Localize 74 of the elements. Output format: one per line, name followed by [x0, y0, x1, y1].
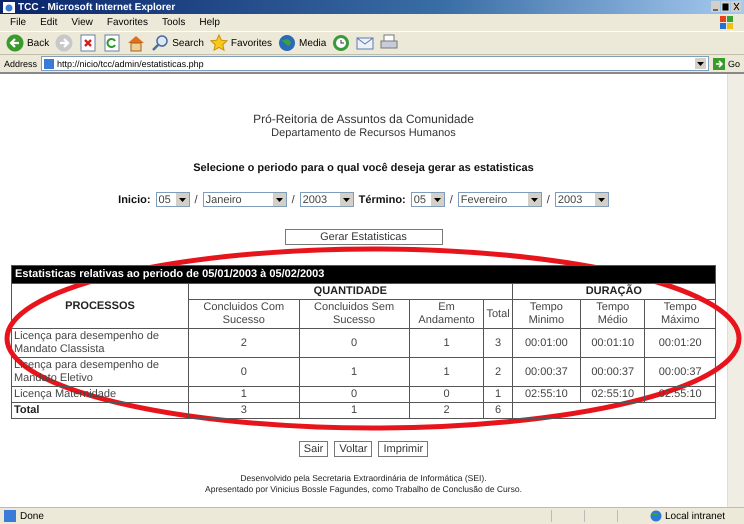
table-cell: 1 — [299, 358, 410, 386]
generate-button[interactable]: Gerar Estatisticas — [284, 229, 442, 245]
table-cell: 00:00:37 — [580, 358, 645, 386]
toolbar-button[interactable]: Media — [278, 34, 326, 52]
menu-item[interactable]: Help — [199, 17, 220, 28]
table-cell: 2 — [188, 328, 300, 358]
column-header: Em Andamento — [409, 300, 484, 328]
column-header: Total — [484, 300, 512, 328]
menu-item[interactable]: Favorites — [106, 17, 148, 28]
dropdown[interactable]: 05 — [410, 192, 445, 207]
menu-item[interactable]: File — [10, 17, 26, 28]
table-cell: 0 — [188, 358, 300, 386]
table-cell: 00:01:00 — [512, 328, 581, 358]
table-cell: 0 — [299, 386, 410, 402]
menu-item[interactable]: Tools — [162, 17, 186, 28]
dropdown[interactable]: Janeiro — [202, 192, 287, 207]
table-cell: Licença para desempenho de Mandato Classista — [12, 328, 188, 358]
column-header: PROCESSOS — [12, 284, 188, 328]
dropdown[interactable]: 2003 — [554, 192, 609, 207]
end-label: Término: — [358, 194, 406, 206]
table-cell: 00:01:10 — [580, 328, 645, 358]
table-cell: 0 — [299, 328, 410, 358]
window-title: TCC - Microsoft Internet Explorer — [18, 2, 176, 12]
prompt-text: Selecione o periodo para o qual você deseja gerar as estatisticas — [193, 162, 534, 174]
separator: / — [194, 194, 198, 206]
table-cell: 6 — [484, 402, 512, 418]
toolbar-button[interactable]: Back — [6, 34, 50, 52]
action-button[interactable]: Voltar — [334, 441, 372, 457]
column-header: QUANTIDADE — [188, 284, 512, 300]
table-cell: Total — [12, 402, 188, 418]
table-cell: 00:00:37 — [644, 358, 716, 386]
table-cell: 0 — [409, 386, 484, 402]
table-cell: 00:01:20 — [644, 328, 716, 358]
column-header: Tempo Médio — [580, 300, 645, 328]
table-cell: 1 — [484, 386, 512, 402]
dropdown[interactable]: Fevereiro — [458, 192, 542, 207]
separator: / — [546, 194, 550, 206]
start-label: Inicio: — [118, 194, 151, 206]
menu-item[interactable]: View — [71, 17, 93, 28]
action-button[interactable]: Sair — [298, 441, 328, 457]
column-header: Concluidos Sem Sucesso — [299, 300, 410, 328]
column-header: DURAÇÃO — [512, 284, 716, 300]
footer-text: Apresentado por Vinicius Bossle Fagundes, como Trabalho de Conclusão de Curso. — [205, 484, 522, 495]
table-cell: 1 — [409, 328, 484, 358]
table-caption: Estatisticas relativas ao periodo de 05/01/2003 à 05/02/2003 — [12, 266, 716, 284]
footer-text: Desenvolvido pela Secretaria Extraordinária de Informática (SEI). — [239, 473, 488, 484]
zone-text: Local intranet — [665, 510, 726, 522]
action-button[interactable]: Imprimir — [378, 441, 428, 457]
dropdown[interactable]: 2003 — [300, 192, 354, 207]
table-cell: 1 — [299, 402, 410, 418]
menu-item[interactable]: Edit — [40, 17, 58, 28]
separator: / — [292, 194, 295, 206]
header-text: Pró-Reitoria de Assuntos da Comunidade — [253, 112, 474, 126]
address-field[interactable]: http://nicio/tcc/admin/estatisticas.php — [41, 56, 709, 71]
column-header: Concluidos Com Sucesso — [188, 300, 300, 328]
table-cell: 02:55:10 — [512, 386, 581, 402]
toolbar-button[interactable]: Search — [151, 34, 204, 52]
table-cell: 1 — [188, 386, 300, 402]
toolbar-button[interactable]: Favorites — [210, 34, 272, 52]
table-cell: 00:00:37 — [512, 358, 581, 386]
separator: / — [450, 194, 453, 206]
address-label: Address — [4, 58, 38, 68]
go-button[interactable]: Go — [712, 58, 740, 70]
header-text: Departamento de Recursos Humanos — [270, 126, 457, 140]
dropdown[interactable]: 05 — [156, 192, 190, 207]
table-cell: 3 — [188, 402, 300, 418]
column-header: Tempo Minimo — [512, 300, 581, 328]
column-header: Tempo Máximo — [644, 300, 716, 328]
table-cell: 1 — [409, 358, 484, 386]
table-cell: 2 — [409, 402, 484, 418]
table-cell: 3 — [484, 328, 512, 358]
table-cell: 02:55:10 — [580, 386, 645, 402]
table-cell: 2 — [484, 358, 512, 386]
status-text: Done — [20, 510, 44, 522]
